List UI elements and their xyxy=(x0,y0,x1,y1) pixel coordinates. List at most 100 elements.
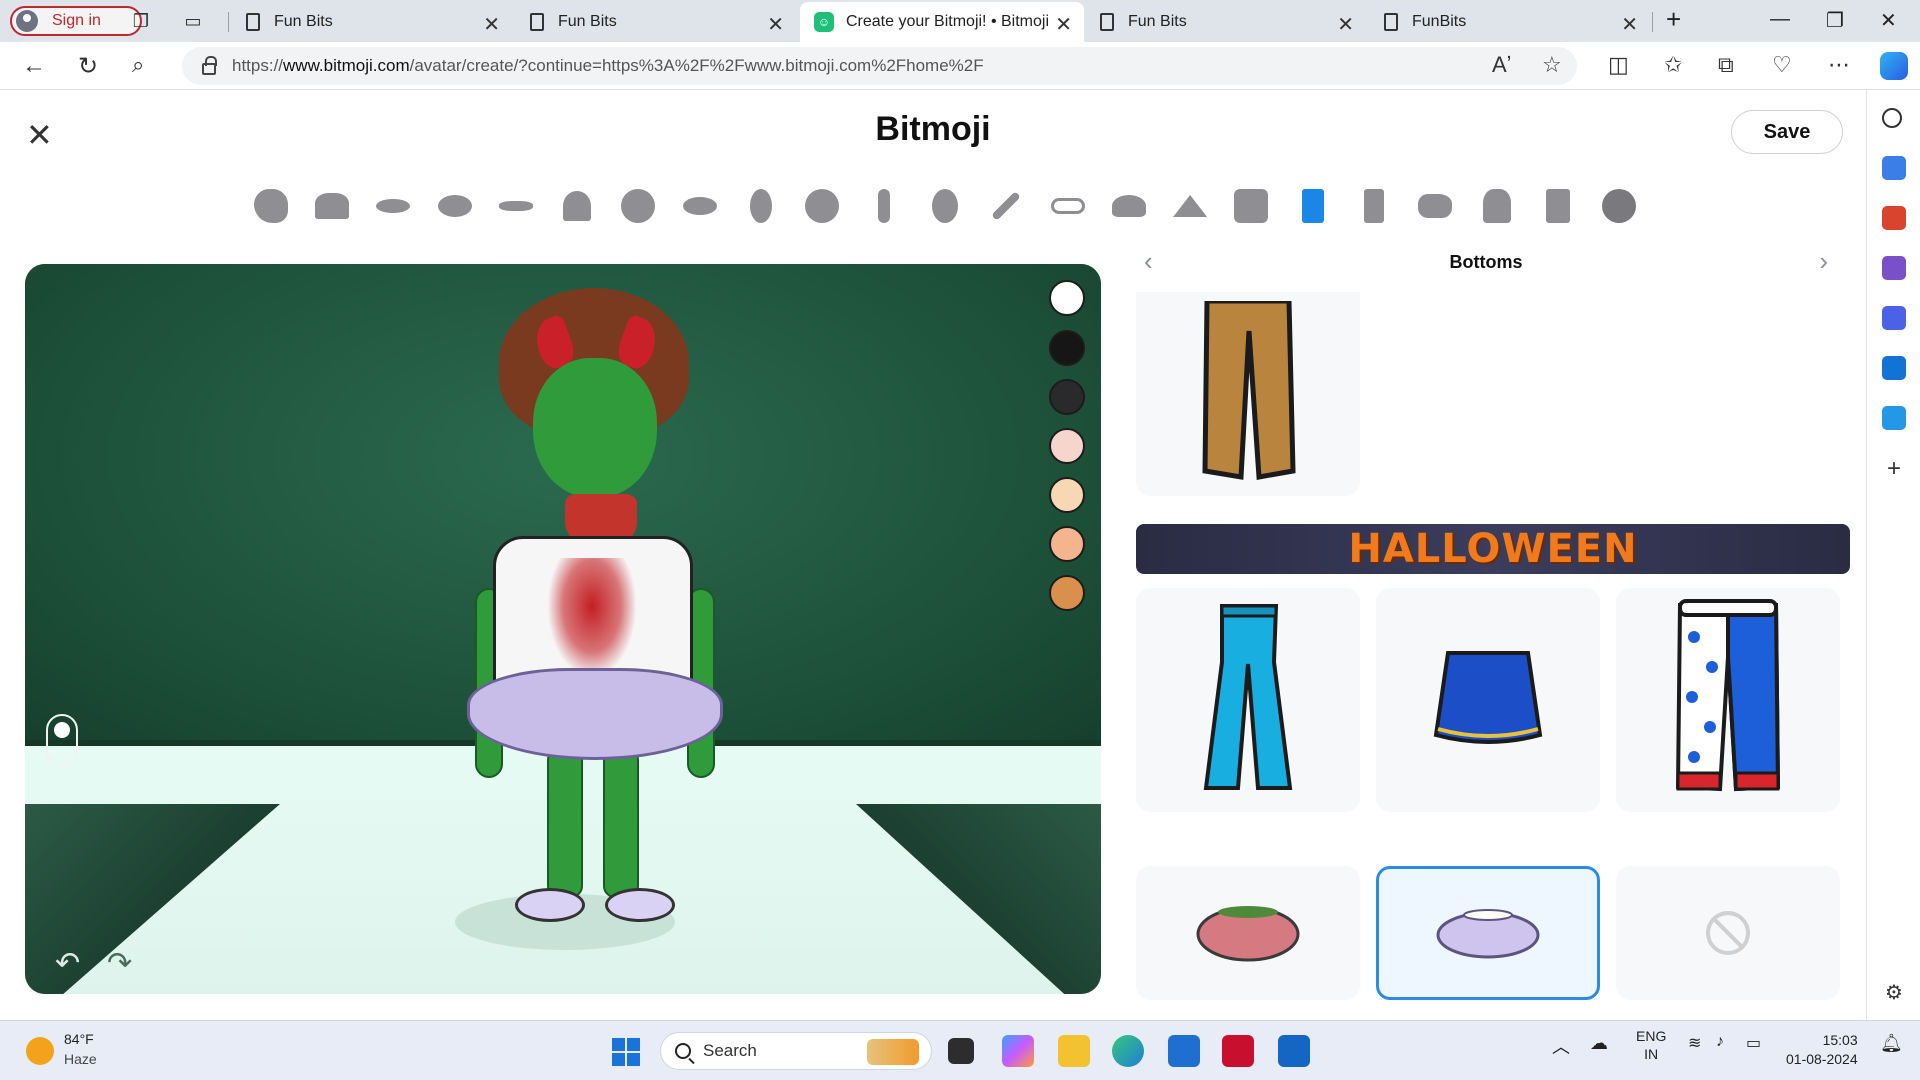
category-socks-icon[interactable] xyxy=(1527,186,1588,226)
games-icon[interactable] xyxy=(1882,256,1906,280)
category-body-icon[interactable] xyxy=(853,186,914,226)
color-swatch-black[interactable] xyxy=(1049,330,1085,366)
category-mouth-icon[interactable] xyxy=(669,186,730,226)
outlook-new-icon[interactable] xyxy=(1278,1035,1310,1067)
close-tab-icon[interactable]: ✕ xyxy=(1055,12,1072,37)
shopping-tag-icon[interactable] xyxy=(1882,156,1906,180)
more-menu-icon[interactable]: ⋯ xyxy=(1828,52,1850,78)
new-tab-icon[interactable]: + xyxy=(1666,4,1681,35)
tools-icon[interactable] xyxy=(1882,206,1906,230)
category-tops-icon[interactable] xyxy=(1221,186,1282,226)
tab-fun-bits-2[interactable]: Fun Bits ✕ xyxy=(516,2,796,42)
show-hidden-icons[interactable]: ︿ xyxy=(1552,1033,1570,1059)
tab-fun-bits-3[interactable]: Fun Bits ✕ xyxy=(1086,2,1366,42)
tab-funbits[interactable]: FunBits ✕ xyxy=(1370,2,1650,42)
back-icon[interactable]: ← xyxy=(22,52,46,80)
pose-toggle[interactable] xyxy=(46,714,78,766)
browser-essentials-icon[interactable]: ♡ xyxy=(1772,52,1792,78)
category-glasses-icon[interactable] xyxy=(1037,186,1098,226)
tab-actions-icon[interactable]: ▭ xyxy=(182,10,204,32)
copilot-icon[interactable] xyxy=(1880,52,1908,80)
mcafee-icon[interactable] xyxy=(1222,1035,1254,1067)
category-ears-icon[interactable] xyxy=(730,186,791,226)
minimize-icon[interactable]: — xyxy=(1770,8,1790,31)
taskbar-search-box[interactable]: Search xyxy=(660,1032,932,1070)
category-one-piece-icon[interactable] xyxy=(1343,186,1404,226)
battery-icon[interactable]: ▭ xyxy=(1746,1033,1761,1053)
save-button[interactable]: Save xyxy=(1731,110,1843,154)
next-category-icon[interactable]: › xyxy=(1819,246,1828,277)
read-aloud-icon[interactable]: Aʼ xyxy=(1492,52,1512,78)
category-makeup-brush-icon[interactable] xyxy=(976,186,1037,226)
restore-icon[interactable]: ❐ xyxy=(1826,8,1844,33)
weather-temperature[interactable]: 84°F xyxy=(64,1031,94,1047)
close-tab-icon[interactable]: ✕ xyxy=(1621,12,1638,37)
category-outfits-icon[interactable] xyxy=(1159,186,1220,226)
category-nose-icon[interactable] xyxy=(546,186,607,226)
language-indicator[interactable]: ENG IN xyxy=(1636,1027,1666,1063)
weather-condition[interactable]: Haze xyxy=(64,1051,97,1067)
file-explorer-icon[interactable] xyxy=(1058,1035,1090,1067)
category-done-icon[interactable] xyxy=(1589,186,1650,226)
color-swatch-white[interactable] xyxy=(1049,280,1085,316)
category-shoes-icon[interactable] xyxy=(1405,186,1466,226)
undo-icon[interactable]: ↶ xyxy=(55,946,80,981)
category-outerwear-icon[interactable] xyxy=(1466,186,1527,226)
copilot-app-icon[interactable] xyxy=(1002,1035,1034,1067)
category-face-lines-icon[interactable] xyxy=(792,186,853,226)
volume-icon[interactable]: ♪ xyxy=(1716,1033,1724,1051)
item-blue-flare-pants[interactable] xyxy=(1136,588,1360,812)
collections-icon[interactable]: ⧉ xyxy=(1718,52,1734,78)
close-tab-icon[interactable]: ✕ xyxy=(483,12,500,37)
close-tab-icon[interactable]: ✕ xyxy=(1337,12,1354,37)
split-screen-icon[interactable]: ◫ xyxy=(1608,52,1629,78)
wifi-icon[interactable]: ≋ xyxy=(1688,1033,1701,1053)
color-swatch-peach[interactable] xyxy=(1049,477,1085,513)
onedrive-icon[interactable]: ☁ xyxy=(1590,1033,1608,1054)
edge-browser-icon[interactable] xyxy=(1112,1035,1144,1067)
redo-icon[interactable]: ↷ xyxy=(107,946,132,981)
tab-fun-bits-1[interactable]: Fun Bits ✕ xyxy=(232,2,512,42)
add-sidebar-icon[interactable]: + xyxy=(1882,457,1906,482)
item-pink-flower-tutu[interactable] xyxy=(1136,866,1360,1000)
tab-create-bitmoji[interactable]: ☺ Create your Bitmoji! • Bitmoji ✕ xyxy=(800,2,1084,42)
category-makeup-icon[interactable] xyxy=(914,186,975,226)
item-none[interactable] xyxy=(1616,866,1840,1000)
favorites-icon[interactable]: ✩ xyxy=(1664,52,1682,78)
url-field[interactable]: https://www.bitmoji.com/avatar/create/?c… xyxy=(182,47,1577,85)
item-blue-skirt[interactable] xyxy=(1376,588,1600,812)
search-icon[interactable]: ⌕ xyxy=(132,52,144,78)
color-swatch-tan[interactable] xyxy=(1049,575,1085,611)
category-face-detail-icon[interactable] xyxy=(608,186,669,226)
category-eyes-icon[interactable] xyxy=(424,186,485,226)
outlook-icon[interactable] xyxy=(1882,356,1906,380)
refresh-icon[interactable]: ↻ xyxy=(78,52,98,81)
favorite-star-icon[interactable]: ☆ xyxy=(1542,52,1562,78)
color-swatch-charcoal[interactable] xyxy=(1049,379,1085,415)
color-swatch-salmon[interactable] xyxy=(1049,526,1085,562)
sign-in-button[interactable]: Sign in xyxy=(10,6,142,36)
item-lavender-tutu[interactable] xyxy=(1376,866,1600,1000)
sidebar-search-icon[interactable] xyxy=(1882,108,1902,128)
category-headwear-icon[interactable] xyxy=(1098,186,1159,226)
color-swatch-light-pink[interactable] xyxy=(1049,428,1085,464)
category-face-shape-icon[interactable] xyxy=(240,186,301,226)
item-brown-pants[interactable] xyxy=(1136,292,1360,496)
microsoft-store-icon[interactable] xyxy=(1168,1035,1200,1067)
category-hair-icon[interactable] xyxy=(301,186,362,226)
item-polka-dot-clown-pants[interactable] xyxy=(1616,588,1840,812)
category-eyebrows-icon[interactable] xyxy=(485,186,546,226)
notifications-bell-icon[interactable]: 🔔︎ xyxy=(1880,1033,1903,1054)
weather-sun-icon[interactable] xyxy=(26,1037,54,1065)
close-editor-icon[interactable]: ✕ xyxy=(26,116,53,154)
close-tab-icon[interactable]: ✕ xyxy=(767,12,784,37)
close-window-icon[interactable]: ✕ xyxy=(1880,8,1897,33)
microsoft-365-icon[interactable] xyxy=(1882,306,1906,330)
category-bottoms-icon[interactable] xyxy=(1282,186,1343,226)
windows-start-icon[interactable] xyxy=(612,1038,640,1066)
task-view-icon[interactable] xyxy=(948,1038,974,1064)
send-icon[interactable] xyxy=(1882,406,1906,430)
workspaces-icon[interactable]: ❐ xyxy=(130,10,152,32)
category-facial-hair-icon[interactable] xyxy=(363,186,424,226)
sidebar-settings-icon[interactable]: ⚙ xyxy=(1882,980,1906,1004)
